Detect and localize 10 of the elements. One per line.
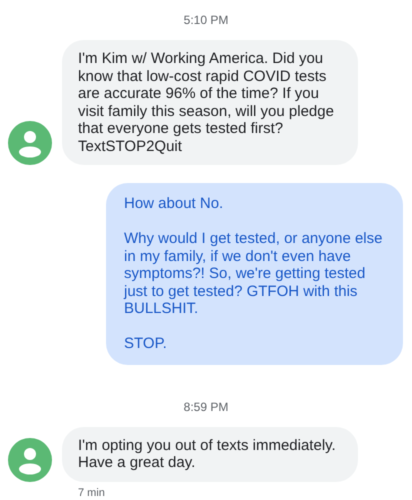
message-text: STOP. xyxy=(124,335,168,352)
timestamp: 5:10 PM xyxy=(184,12,228,28)
avatar-icon xyxy=(8,121,52,165)
message-text: Why would I get tested, or anyone else in my family, if we don't even have symptoms?! So, we're getting tested just to get tested? GTFOH with this BULLSHIT. xyxy=(124,230,384,318)
message-text: I'm Kim w/ Working America. Did you know that low-cost rapid COVID tests are accurate 96% of the time? If you visit family this season, will you pledge that everyone gets tested first? TextSTOP2Quit xyxy=(78,50,335,155)
timestamp: 8:59 PM xyxy=(184,398,228,414)
message-text: I'm opting you out of texts immediately. Have a great day. xyxy=(78,436,337,472)
message-text: How about No. xyxy=(124,195,224,212)
message-time: 7 min xyxy=(78,486,105,500)
avatar-icon xyxy=(8,438,52,482)
